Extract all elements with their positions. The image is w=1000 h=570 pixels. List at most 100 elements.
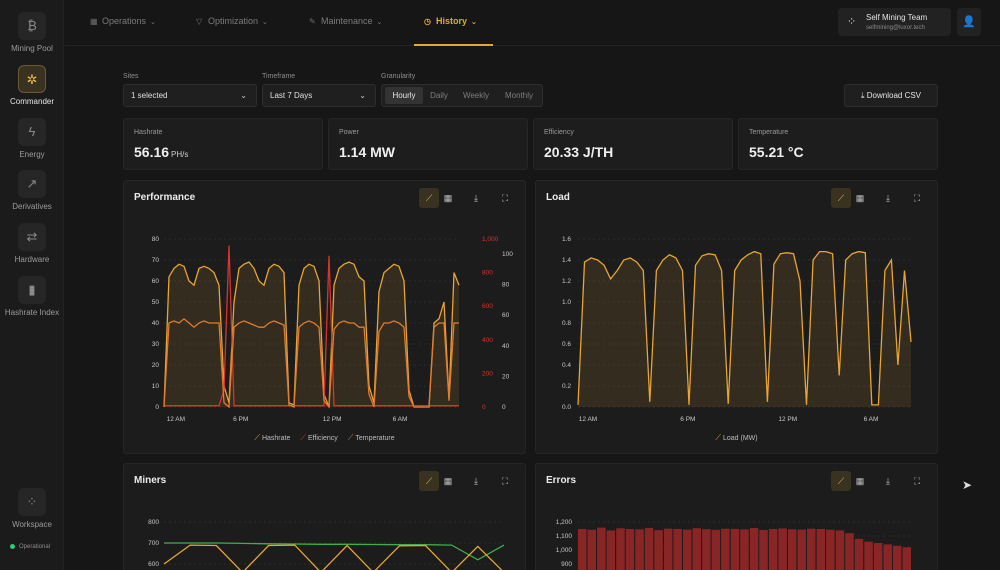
sidebar-label: Energy bbox=[19, 150, 45, 159]
y-right-tick-label: 600 bbox=[482, 303, 493, 310]
load-panel: Load ⟋ ▦ ⤓ ⛶ 0.0 0.2 0.4 0.6 0.8 1.0 1.2 1.4 1.6… bbox=[535, 180, 938, 454]
workspace-dots-icon: ⁘ bbox=[18, 488, 46, 516]
sites-label: Sites bbox=[123, 73, 139, 80]
y-right-tick-label: 200 bbox=[482, 370, 493, 377]
stat-card-hashrate: Hashrate 56.16 PH/s bbox=[123, 118, 323, 170]
sites-value: 1 selected bbox=[131, 91, 168, 100]
sidebar-label: Derivatives bbox=[12, 202, 52, 211]
granularity-weekly[interactable]: Weekly bbox=[456, 87, 496, 104]
y-tick-label: 30 bbox=[152, 341, 160, 348]
error-bar bbox=[702, 529, 711, 570]
x-tick-label: 6 AM bbox=[393, 416, 408, 423]
error-bar bbox=[654, 530, 663, 570]
y-tick-label: 70 bbox=[152, 257, 160, 264]
sidebar-label: Hardware bbox=[14, 255, 50, 264]
y-tick-label: 1.2 bbox=[562, 278, 571, 285]
error-bar bbox=[864, 541, 873, 570]
sidebar-item-mining-pool[interactable]: ₿ Mining Pool bbox=[0, 12, 64, 53]
download-icon: ⤓ bbox=[860, 91, 865, 100]
y-tick-label: 1,000 bbox=[556, 547, 573, 554]
x-tick-label: 6 AM bbox=[864, 416, 879, 423]
tab-operations[interactable]: ▦ Operations ⌄ bbox=[90, 0, 156, 46]
sidebar-item-commander[interactable]: ✲ Commander bbox=[0, 65, 64, 106]
series-line-miners bbox=[163, 544, 503, 570]
errors-panel: Errors ⟋ ▦ ⤓ ⛶ 900 1,000 1,100 1,200 bbox=[535, 463, 938, 570]
error-bar bbox=[807, 528, 816, 570]
error-bar bbox=[597, 527, 606, 570]
x-tick-label: 12 AM bbox=[167, 416, 185, 423]
stat-label: Power bbox=[339, 129, 359, 136]
error-bar bbox=[797, 529, 806, 570]
team-switcher[interactable]: ⁘ Self Mining Team selfmining@luxor.tech bbox=[838, 8, 951, 36]
chevron-down-icon: ⌄ bbox=[376, 19, 383, 26]
tab-optimization[interactable]: ▽ Optimization ⌄ bbox=[196, 0, 268, 46]
y-tick-label: 700 bbox=[148, 540, 159, 547]
error-bar bbox=[835, 530, 845, 570]
status-text: Operational bbox=[19, 544, 51, 551]
granularity-hourly[interactable]: Hourly bbox=[385, 87, 423, 104]
sidebar-item-derivatives[interactable]: ↗ Derivatives bbox=[0, 170, 64, 211]
y-right-tick-label: 60 bbox=[502, 312, 510, 319]
stat-value: 20.33 J/TH bbox=[544, 144, 614, 160]
y-tick-label: 0.8 bbox=[562, 320, 571, 327]
granularity-label: Granularity bbox=[381, 73, 416, 80]
legend-load: ⟋ Load (MW) bbox=[715, 433, 758, 442]
wrench-icon: ✎ bbox=[309, 17, 316, 26]
miners-panel: Miners ⟋ ▦ ⤓ ⛶ 600 700 800 bbox=[123, 463, 526, 570]
y-right-tick-label: 800 bbox=[482, 270, 493, 277]
tab-history[interactable]: ◷ History ⌄ bbox=[414, 0, 493, 46]
hashrate-area bbox=[164, 262, 459, 407]
y-tick-label: 1.0 bbox=[562, 299, 571, 306]
sidebar-item-hashrate-index[interactable]: ▮ Hashrate Index bbox=[0, 276, 64, 317]
miners-chart: 600 700 800 bbox=[148, 519, 505, 570]
error-bar bbox=[892, 545, 902, 570]
granularity-toggle: Hourly Daily Weekly Monthly bbox=[381, 84, 543, 107]
stat-label: Hashrate bbox=[134, 129, 163, 136]
y-right-tick-label: 20 bbox=[502, 373, 510, 380]
lightning-icon: ϟ bbox=[18, 118, 46, 146]
mouse-cursor-icon: ➤ bbox=[962, 478, 973, 492]
error-bar bbox=[587, 529, 596, 570]
status-dot-icon bbox=[10, 544, 15, 549]
chart-icon: ↗ bbox=[18, 170, 46, 198]
tab-label: Operations bbox=[102, 16, 147, 26]
stat-card-power: Power 1.14 MW bbox=[328, 118, 528, 170]
error-bar bbox=[711, 529, 721, 570]
sidebar-item-hardware[interactable]: ⇄ Hardware bbox=[0, 223, 64, 264]
tab-maintenance[interactable]: ✎ Maintenance ⌄ bbox=[309, 0, 382, 46]
download-csv-button[interactable]: ⤓ Download CSV bbox=[844, 84, 938, 107]
team-name: Self Mining Team bbox=[866, 13, 928, 22]
error-bar bbox=[663, 528, 673, 570]
tab-label: Maintenance bbox=[321, 16, 373, 26]
y-tick-label: 0.6 bbox=[562, 341, 571, 348]
error-bar bbox=[606, 530, 616, 570]
team-email: selfmining@luxor.tech bbox=[866, 25, 925, 31]
error-bar bbox=[578, 529, 587, 570]
sidebar-item-workspace[interactable]: ⁘ Workspace bbox=[0, 488, 64, 529]
error-bar bbox=[673, 529, 682, 570]
y-tick-label: 600 bbox=[148, 561, 159, 568]
user-account-button[interactable]: 👤 bbox=[957, 8, 981, 36]
load-legend: ⟋ Load (MW) bbox=[536, 433, 937, 443]
error-bar bbox=[644, 527, 654, 570]
timeframe-label: Timeframe bbox=[262, 73, 296, 80]
filter-icon: ▽ bbox=[196, 17, 203, 26]
chevron-down-icon: ⌄ bbox=[262, 19, 268, 26]
granularity-monthly[interactable]: Monthly bbox=[498, 87, 540, 104]
error-bar bbox=[683, 529, 692, 570]
error-bar bbox=[749, 528, 759, 570]
sidebar-label: Hashrate Index bbox=[4, 308, 60, 317]
sidebar-label: Mining Pool bbox=[11, 44, 53, 53]
y-tick-label: 0.2 bbox=[562, 383, 571, 390]
error-bar bbox=[902, 547, 911, 570]
sidebar-item-energy[interactable]: ϟ Energy bbox=[0, 118, 64, 159]
granularity-daily[interactable]: Daily bbox=[424, 87, 454, 104]
errors-chart: 900 1,000 1,100 1,200 bbox=[556, 519, 912, 570]
load-area bbox=[578, 251, 911, 407]
legend-temperature: ⟋ Temperature bbox=[347, 433, 395, 442]
x-tick-label: 12 PM bbox=[323, 416, 342, 423]
bitcoin-icon: ₿ bbox=[18, 12, 46, 40]
timeframe-select[interactable]: Last 7 Days ⌄ bbox=[262, 84, 376, 107]
error-bar bbox=[883, 544, 892, 570]
sites-select[interactable]: 1 selected ⌄ bbox=[123, 84, 257, 107]
